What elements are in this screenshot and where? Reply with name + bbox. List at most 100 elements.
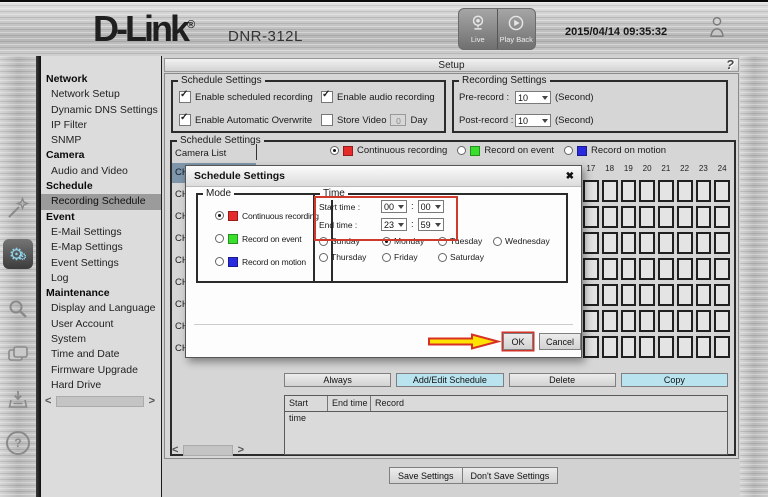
camera-list-scrollbar[interactable]: < > [172,445,244,456]
sidebar-item-firmware-upgrade[interactable]: Firmware Upgrade [41,363,161,378]
sidebar-item-dynamic-dns-settings[interactable]: Dynamic DNS Settings [41,103,161,118]
ok-button[interactable]: OK [503,333,533,350]
radio-icon[interactable] [457,146,466,155]
grid-cell[interactable] [602,336,618,358]
playback-button[interactable]: Play Back [497,9,536,49]
delete-button[interactable]: Delete [509,373,616,387]
sidebar-item-e-map-settings[interactable]: E-Map Settings [41,240,161,255]
checkbox-automatic-overwrite[interactable] [179,114,191,126]
end-hour-select[interactable]: 23 [381,218,407,231]
checkbox-scheduled-recording[interactable] [179,91,191,103]
sidebar-item-time-and-date[interactable]: Time and Date [41,347,161,362]
grid-cell[interactable] [677,284,693,306]
checkbox-row[interactable]: Enable scheduled recording [179,91,313,103]
grid-cell[interactable] [658,258,674,280]
start-hour-select[interactable]: 00 [381,200,407,213]
grid-cell[interactable] [677,310,693,332]
grid-cell[interactable] [602,180,618,202]
close-icon[interactable]: ✖ [566,166,574,187]
save-settings-button[interactable]: Save Settings [389,467,463,484]
radio-icon[interactable] [493,237,502,246]
sidebar-item-event-settings[interactable]: Event Settings [41,256,161,271]
grid-cell[interactable] [621,180,637,202]
legend-mode-option[interactable]: Record on event [457,145,554,156]
grid-cell[interactable] [696,284,712,306]
grid-cell[interactable] [583,284,599,306]
sidebar-item-audio-and-video[interactable]: Audio and Video [41,164,161,179]
store-video-days-input[interactable]: 0 [390,114,406,126]
scroll-thumb[interactable] [183,445,232,456]
live-button[interactable]: Live [459,9,497,49]
grid-cell[interactable] [658,310,674,332]
sidebar-item-snmp[interactable]: SNMP [41,133,161,148]
copy-button[interactable]: Copy [621,373,728,387]
grid-cell[interactable] [658,180,674,202]
grid-cell[interactable] [696,310,712,332]
checkbox-row[interactable]: Enable Automatic Overwrite [179,114,312,126]
grid-cell[interactable] [714,206,730,228]
radio-icon[interactable] [215,211,224,220]
sidebar-scrollbar[interactable]: < > [45,396,155,407]
grid-cell[interactable] [583,258,599,280]
help-question-icon[interactable]: ? [726,58,734,71]
grid-cell[interactable] [677,258,693,280]
grid-cell[interactable] [696,232,712,254]
radio-icon[interactable] [330,146,339,155]
sidebar-item-display-and-language[interactable]: Display and Language [41,301,161,316]
download-icon[interactable] [5,386,31,412]
grid-cell[interactable] [583,336,599,358]
grid-cell[interactable] [602,258,618,280]
grid-cell[interactable] [696,180,712,202]
grid-cell[interactable] [714,180,730,202]
grid-cell[interactable] [658,206,674,228]
cancel-button[interactable]: Cancel [539,333,581,350]
day-option-friday[interactable]: Friday [382,252,418,262]
radio-icon[interactable] [215,257,224,266]
user-icon[interactable] [708,15,726,46]
dialog-mode-option[interactable]: Record on event [215,234,319,244]
scroll-thumb[interactable] [56,396,143,407]
search-icon[interactable] [5,296,31,322]
grid-cell[interactable] [639,258,655,280]
scroll-right-icon[interactable]: > [238,445,244,456]
end-minute-select[interactable]: 59 [418,218,444,231]
grid-cell[interactable] [696,258,712,280]
dont-save-settings-button[interactable]: Don't Save Settings [462,467,559,484]
display-windows-icon[interactable] [5,341,31,367]
grid-cell[interactable] [658,232,674,254]
grid-cell[interactable] [602,284,618,306]
grid-cell[interactable] [639,284,655,306]
grid-cell[interactable] [621,284,637,306]
grid-cell[interactable] [714,310,730,332]
grid-cell[interactable] [621,258,637,280]
grid-cell[interactable] [583,180,599,202]
grid-cell[interactable] [714,232,730,254]
sidebar-item-user-account[interactable]: User Account [41,317,161,332]
grid-cell[interactable] [621,336,637,358]
sidebar-item-ip-filter[interactable]: IP Filter [41,118,161,133]
day-option-wednesday[interactable]: Wednesday [493,236,550,246]
pre-record-select[interactable]: 10 [515,91,551,104]
grid-cell[interactable] [696,336,712,358]
grid-cell[interactable] [639,206,655,228]
grid-cell[interactable] [658,284,674,306]
grid-cell[interactable] [621,310,637,332]
grid-cell[interactable] [658,336,674,358]
grid-cell[interactable] [639,336,655,358]
grid-cell[interactable] [583,310,599,332]
grid-cell[interactable] [583,206,599,228]
setup-gear-icon-active[interactable]: ⚙ ⚙ [3,239,33,269]
wizard-wand-icon[interactable] [5,195,31,221]
legend-mode-option[interactable]: Record on motion [564,145,666,156]
grid-cell[interactable] [639,310,655,332]
post-record-select[interactable]: 10 [515,114,551,127]
checkbox-store-video[interactable] [321,114,333,126]
grid-cell[interactable] [639,180,655,202]
dialog-mode-option[interactable]: Continuous recording [215,211,319,221]
legend-mode-option[interactable]: Continuous recording [330,145,447,156]
scroll-left-icon[interactable]: < [172,445,178,456]
grid-cell[interactable] [677,180,693,202]
grid-cell[interactable] [714,284,730,306]
day-option-thursday[interactable]: Thursday [319,252,366,262]
radio-icon[interactable] [438,253,447,262]
